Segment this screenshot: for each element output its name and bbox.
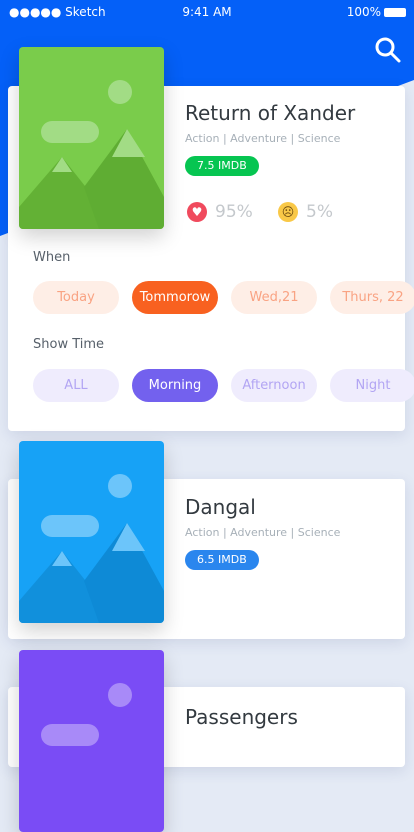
movie-poster[interactable]: [19, 441, 164, 623]
chip-afternoon[interactable]: Afternoon: [231, 369, 317, 402]
movie-genres: Action | Adventure | Science: [185, 132, 341, 145]
movie-genres: Action | Adventure | Science: [185, 526, 341, 539]
chip-night[interactable]: Night: [330, 369, 414, 402]
showtime-label: Show Time: [33, 337, 105, 352]
dislike-percent: 5%: [306, 202, 333, 222]
battery-icon: [384, 7, 406, 17]
battery-text: 100%: [346, 5, 381, 19]
imdb-badge: 6.5 IMDB: [185, 550, 259, 570]
chip-today[interactable]: Today: [33, 281, 119, 314]
when-options: Today Tommorow Wed,21 Thurs, 22: [33, 281, 414, 314]
status-bar: ●●●●● Sketch 9:41 AM 100%: [0, 0, 414, 24]
movie-title: Dangal: [185, 495, 256, 519]
chip-thurs[interactable]: Thurs, 22: [330, 281, 414, 314]
chip-morning[interactable]: Morning: [132, 369, 218, 402]
like-percent: 95%: [215, 202, 253, 222]
movie-title: Return of Xander: [185, 101, 356, 125]
movie-poster[interactable]: [19, 650, 164, 832]
sad-face-icon[interactable]: ☹: [278, 202, 298, 222]
movie-poster[interactable]: [19, 47, 164, 229]
when-label: When: [33, 250, 71, 265]
movie-title: Passengers: [185, 705, 298, 729]
chip-wed[interactable]: Wed,21: [231, 281, 317, 314]
chip-tomorrow[interactable]: Tommorow: [132, 281, 218, 314]
showtime-options: ALL Morning Afternoon Night: [33, 369, 414, 402]
search-icon[interactable]: [374, 36, 402, 64]
imdb-badge: 7.5 IMDB: [185, 156, 259, 176]
heart-icon[interactable]: ♥: [187, 202, 207, 222]
chip-all[interactable]: ALL: [33, 369, 119, 402]
